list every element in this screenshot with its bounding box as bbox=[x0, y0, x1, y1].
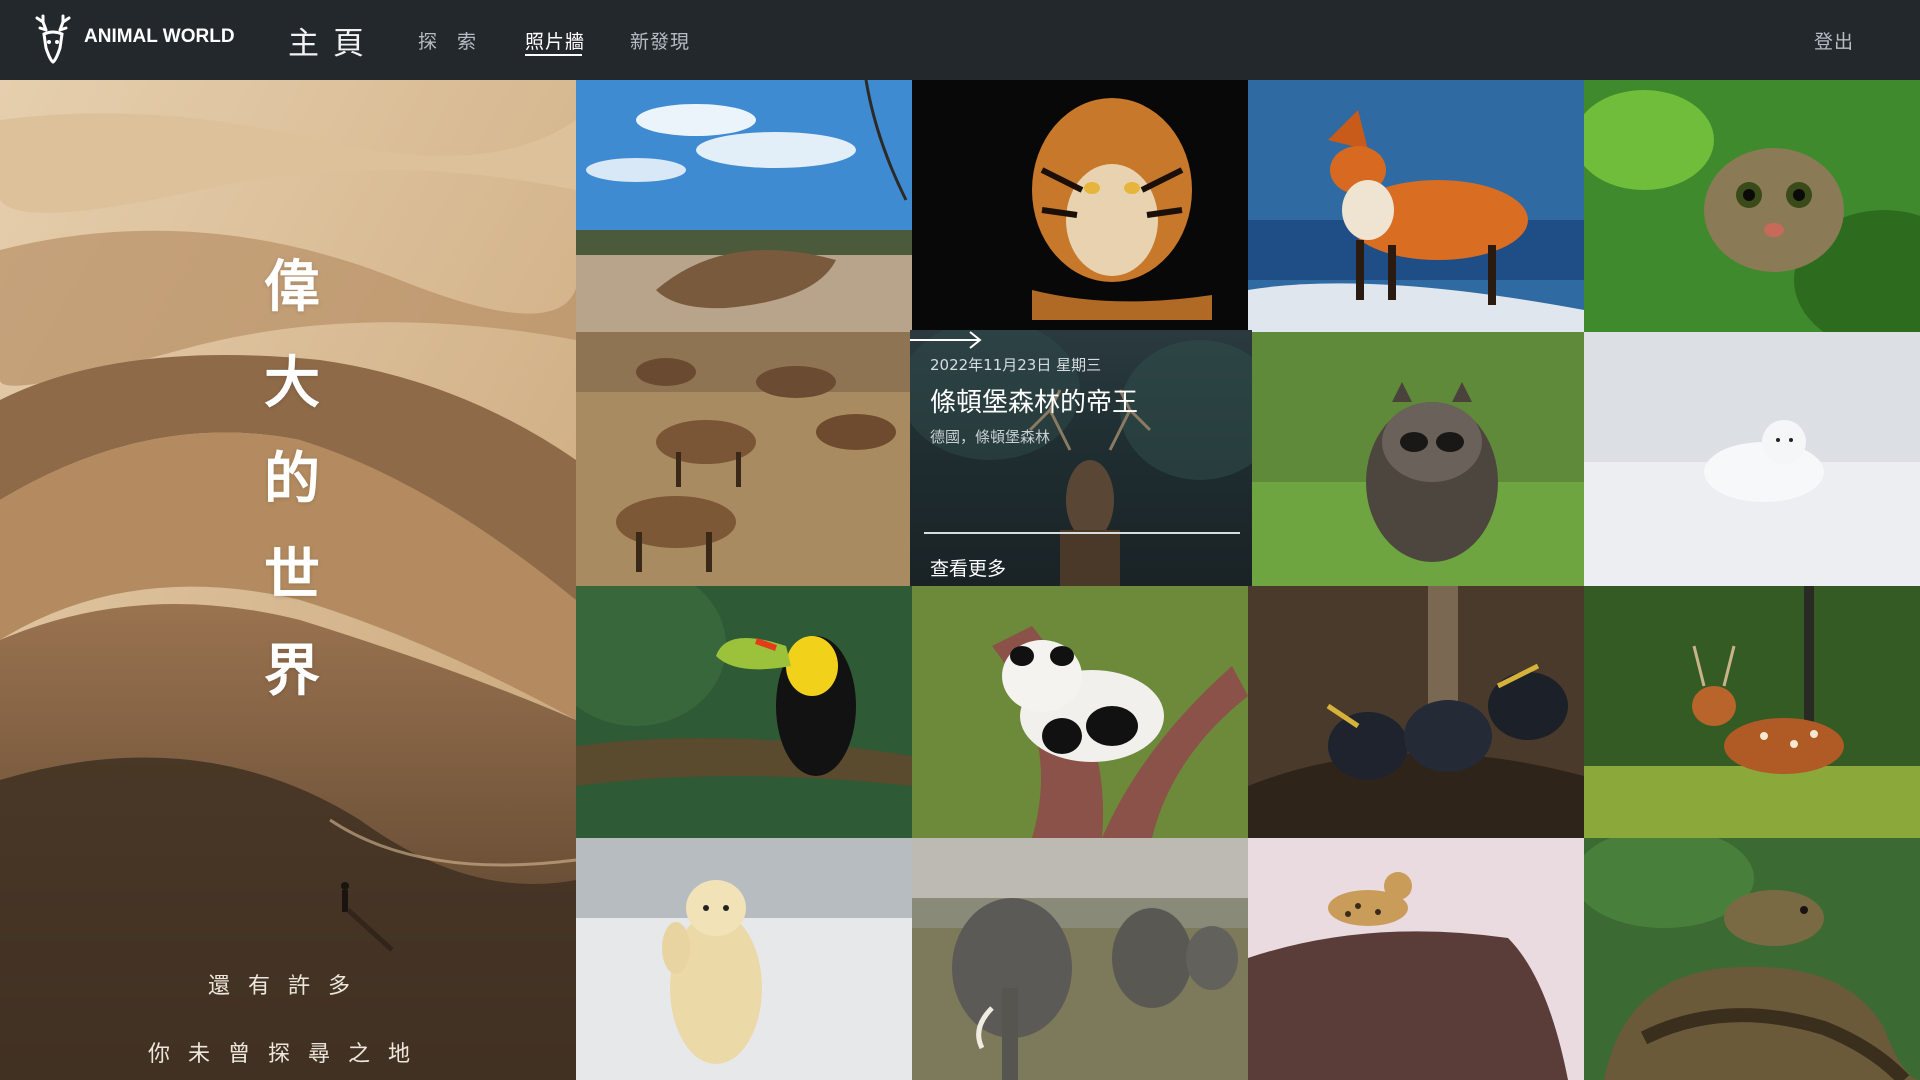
story-date: 2022年11月23日 星期三 bbox=[930, 356, 1102, 374]
logout-button[interactable]: 登出 bbox=[1814, 27, 1854, 54]
photo-leopard-on-rock[interactable] bbox=[1248, 838, 1584, 1080]
hero-title-char: 的 bbox=[264, 447, 320, 512]
photo-pangolin[interactable] bbox=[576, 80, 912, 332]
hero-title-char: 大 bbox=[264, 351, 320, 416]
view-more-link[interactable]: 查看更多 bbox=[930, 554, 1006, 581]
photo-panda[interactable] bbox=[912, 586, 1248, 838]
photo-tiger[interactable] bbox=[912, 80, 1248, 332]
story-title: 條頓堡森林的帝王 bbox=[930, 388, 1139, 418]
hero-title-char: 世 bbox=[264, 543, 320, 608]
nav-explore[interactable]: 探索 bbox=[418, 27, 496, 54]
photo-red-fox[interactable] bbox=[1248, 80, 1584, 332]
hero-title-char: 界 bbox=[264, 639, 320, 704]
nav-photo-wall[interactable]: 照片牆 bbox=[525, 27, 585, 54]
hero-subtitle-line1: 還有許多 bbox=[208, 974, 369, 999]
story-location: 德國，條頓堡森林 bbox=[930, 428, 1051, 446]
active-tab-indicator bbox=[525, 54, 582, 56]
featured-story-card[interactable]: 2022年11月23日 星期三 條頓堡森林的帝王 德國，條頓堡森林 查看更多 bbox=[910, 330, 1252, 586]
hero-title-char: 偉 bbox=[264, 255, 320, 320]
story-divider bbox=[924, 532, 1240, 534]
photo-toucan[interactable] bbox=[576, 586, 912, 838]
top-navbar: ANIMAL WORLD 主頁 探索 照片牆 新發現 登出 bbox=[0, 0, 1920, 80]
photo-bird-nestlings[interactable] bbox=[1248, 586, 1584, 838]
arrow-right-icon[interactable] bbox=[910, 330, 984, 350]
photo-spotted-deer[interactable] bbox=[1584, 586, 1920, 838]
hero-subtitle-line2: 你未曾探尋之地 bbox=[148, 1042, 429, 1067]
photo-leopard-cat[interactable] bbox=[1584, 80, 1920, 332]
nav-discover[interactable]: 新發現 bbox=[630, 27, 690, 54]
hero-title: 偉 大 的 世 界 bbox=[262, 240, 322, 720]
photo-elk-herd[interactable] bbox=[576, 332, 910, 586]
nav-home[interactable]: 主頁 bbox=[288, 18, 378, 63]
photo-arctic-fox[interactable] bbox=[1584, 332, 1920, 586]
hero-desert-panel: 偉 大 的 世 界 還有許多 你未曾探尋之地 bbox=[0, 80, 576, 1080]
deer-logo-icon bbox=[35, 14, 71, 64]
brand-name: ANIMAL WORLD bbox=[84, 26, 235, 47]
photo-grid: 2022年11月23日 星期三 條頓堡森林的帝王 德國，條頓堡森林 查看更多 bbox=[576, 80, 1920, 1080]
photo-elephants[interactable] bbox=[912, 838, 1248, 1080]
photo-python[interactable] bbox=[1584, 838, 1920, 1080]
photo-raccoon[interactable] bbox=[1252, 332, 1584, 586]
photo-polar-bear[interactable] bbox=[576, 838, 912, 1080]
